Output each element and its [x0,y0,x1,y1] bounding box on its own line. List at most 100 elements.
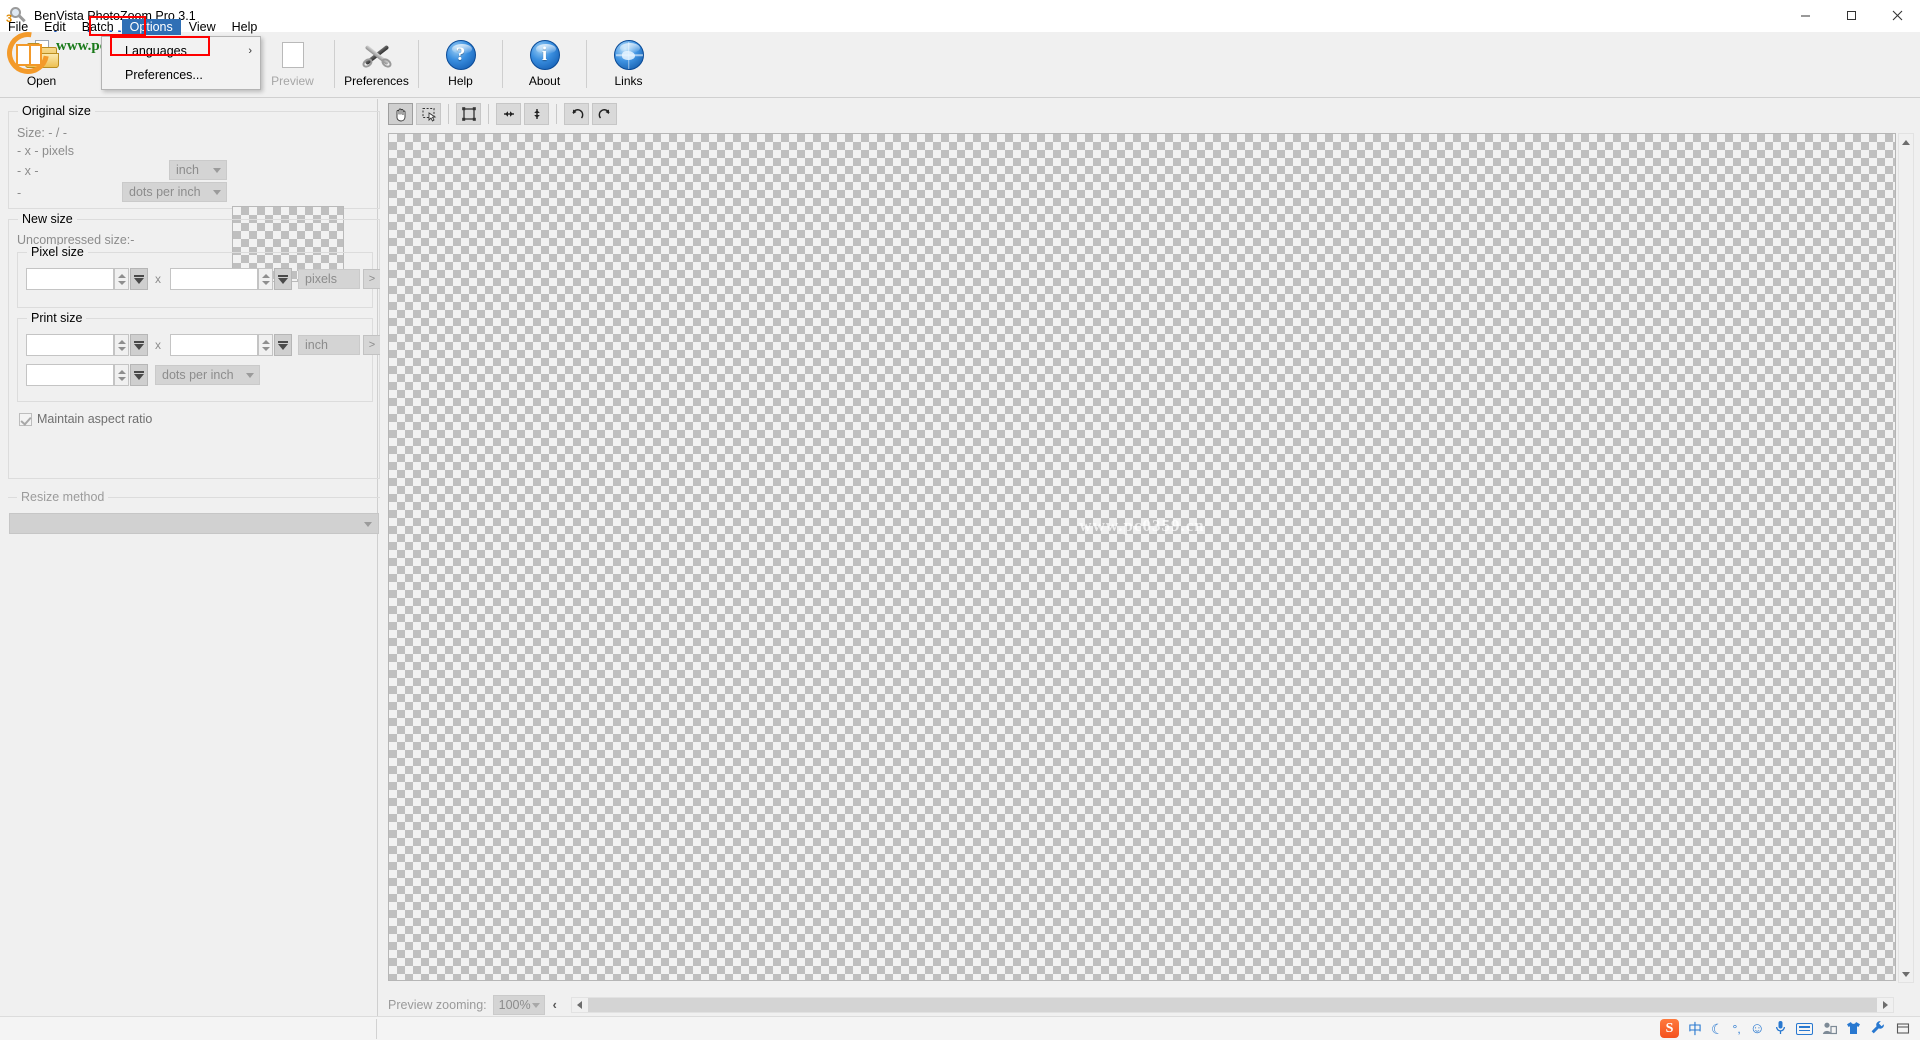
preview-horizontal-scrollbar[interactable] [570,997,1894,1013]
toolbar-button-preferences[interactable]: Preferences [335,32,418,96]
toolbar-label-help: Help [448,74,473,88]
preview-toolbar-separator [448,104,449,124]
marquee-select-tool-button[interactable] [416,103,441,125]
original-dpi-combo[interactable]: dots per inch [122,182,227,202]
scroll-down-arrow-icon[interactable] [1899,966,1913,982]
print-width-input[interactable] [26,334,114,356]
chevron-down-icon [213,190,221,195]
pixel-size-title: Pixel size [27,245,88,259]
keyboard-icon[interactable] [1796,1022,1813,1035]
scroll-left-arrow-icon[interactable] [572,998,587,1012]
menu-item-help[interactable]: Help [224,19,266,35]
menu-item-edit[interactable]: Edit [36,19,74,35]
preview-collapse-button[interactable]: ‹ [553,998,557,1012]
crop-icon [461,107,476,121]
print-width-stepper[interactable] [114,334,129,356]
preview-icon [276,38,310,72]
print-size-group: Print size x inch > dots per inch [17,311,381,402]
maintain-aspect-ratio-row[interactable]: Maintain aspect ratio [19,412,152,426]
toolbar-button-preview[interactable]: Preview [251,32,334,96]
original-unit-combo[interactable]: inch [169,160,227,180]
tshirt-skin-icon[interactable] [1846,1021,1861,1037]
flip-horizontal-button[interactable] [496,103,521,125]
pixel-size-group: Pixel size x pixels > [17,245,381,308]
pixel-size-separator: x [155,272,161,286]
open-folder-icon [24,38,59,72]
toolbar-button-links[interactable]: Links [587,32,670,96]
menu-item-file[interactable]: File [0,19,36,35]
menu-option-preferences-label: Preferences... [125,68,203,82]
wrench-settings-icon[interactable] [1870,1020,1885,1037]
pixel-unit-combo[interactable]: pixels [298,269,360,289]
scroll-up-arrow-icon[interactable] [1899,134,1913,150]
preview-zoom-combo[interactable]: 100% [492,995,545,1015]
print-resolution-input[interactable] [26,364,114,386]
preview-zooming-label: Preview zooming: [388,998,487,1012]
chevron-down-icon [213,168,221,173]
rotate-right-icon [598,109,610,119]
moon-icon[interactable]: ☾ [1711,1022,1724,1036]
smiley-icon[interactable]: ☺ [1750,1021,1765,1036]
menu-option-languages[interactable]: Languages › [102,39,260,63]
pixel-unit-value: pixels [305,272,337,286]
print-width-lock-button[interactable] [130,334,148,356]
pixel-height-stepper[interactable] [258,268,273,290]
horizontal-scroll-thumb[interactable] [587,998,1877,1012]
pixel-height-lock-button[interactable] [274,268,292,290]
maintain-aspect-ratio-checkbox[interactable] [19,412,32,426]
print-resolution-unit-combo[interactable]: dots per inch [155,365,260,385]
toolbar-label-about: About [528,74,561,88]
toolbar-label-preview: Preview [271,74,314,88]
microphone-icon[interactable] [1774,1020,1787,1037]
print-size-apply-button[interactable]: > [363,335,381,355]
pixel-size-apply-button[interactable]: > [363,269,381,289]
rotate-right-button[interactable] [592,103,617,125]
menu-bar: File Edit Batch Options View Help [0,18,265,36]
help-question-icon: ? [444,38,478,72]
print-unit-combo[interactable]: inch [298,335,360,355]
chevron-down-icon [531,1003,540,1008]
preview-canvas[interactable]: www.pc0359.cn [388,133,1896,981]
pixel-width-lock-button[interactable] [130,268,148,290]
hand-pan-tool-button[interactable] [388,103,413,125]
maximize-button[interactable] [1828,0,1874,32]
toolbar-button-help[interactable]: ? Help [419,32,502,96]
preview-zoom-value: 100% [498,998,531,1012]
scroll-right-arrow-icon[interactable] [1878,998,1893,1012]
toolbar-button-about[interactable]: i About [503,32,586,96]
chinese-input-icon[interactable]: 中 [1688,1022,1702,1036]
pixel-width-input[interactable] [26,268,114,290]
original-size-group: Original size Size: - / - - x - pixels -… [8,104,380,209]
menu-item-view[interactable]: View [181,19,224,35]
print-resolution-lock-button[interactable] [130,364,148,386]
crop-tool-button[interactable] [456,103,481,125]
original-size-title: Original size [18,104,95,118]
minimize-button[interactable] [1782,0,1828,32]
preview-vertical-scrollbar[interactable] [1898,133,1914,983]
pixel-width-stepper[interactable] [114,268,129,290]
menu-item-batch[interactable]: Batch [74,19,122,35]
user-card-icon[interactable] [1822,1021,1838,1037]
pixel-height-input[interactable] [170,268,258,290]
print-height-stepper[interactable] [258,334,273,356]
print-height-lock-button[interactable] [274,334,292,356]
original-dpi-unit-value: dots per inch [129,185,201,199]
sogou-logo-icon[interactable]: S [1659,1019,1679,1038]
tray-overflow-chevron-icon[interactable] [1633,1020,1651,1038]
chevron-down-icon [246,373,254,378]
menu-option-preferences[interactable]: Preferences... [102,63,260,87]
resize-method-combo[interactable] [9,513,379,534]
toolbar-label-preferences: Preferences [344,74,409,88]
rotate-left-button[interactable] [564,103,589,125]
app-window: 3 BenVista PhotoZoom Pro 3.1 File Edit B… [0,0,1920,1040]
print-resolution-stepper[interactable] [114,364,129,386]
title-bar: 3 BenVista PhotoZoom Pro 3.1 [0,0,1920,32]
preview-status-bar: Preview zooming: 100% ‹ [380,992,1920,1018]
print-height-input[interactable] [170,334,258,356]
close-button[interactable] [1874,0,1920,32]
menu-item-options[interactable]: Options [121,19,181,35]
flip-vertical-button[interactable] [524,103,549,125]
degree-comma-icon[interactable]: °, [1733,1023,1741,1035]
notification-bell-icon[interactable] [1894,1020,1912,1038]
toolbar-label-links: Links [614,74,643,88]
